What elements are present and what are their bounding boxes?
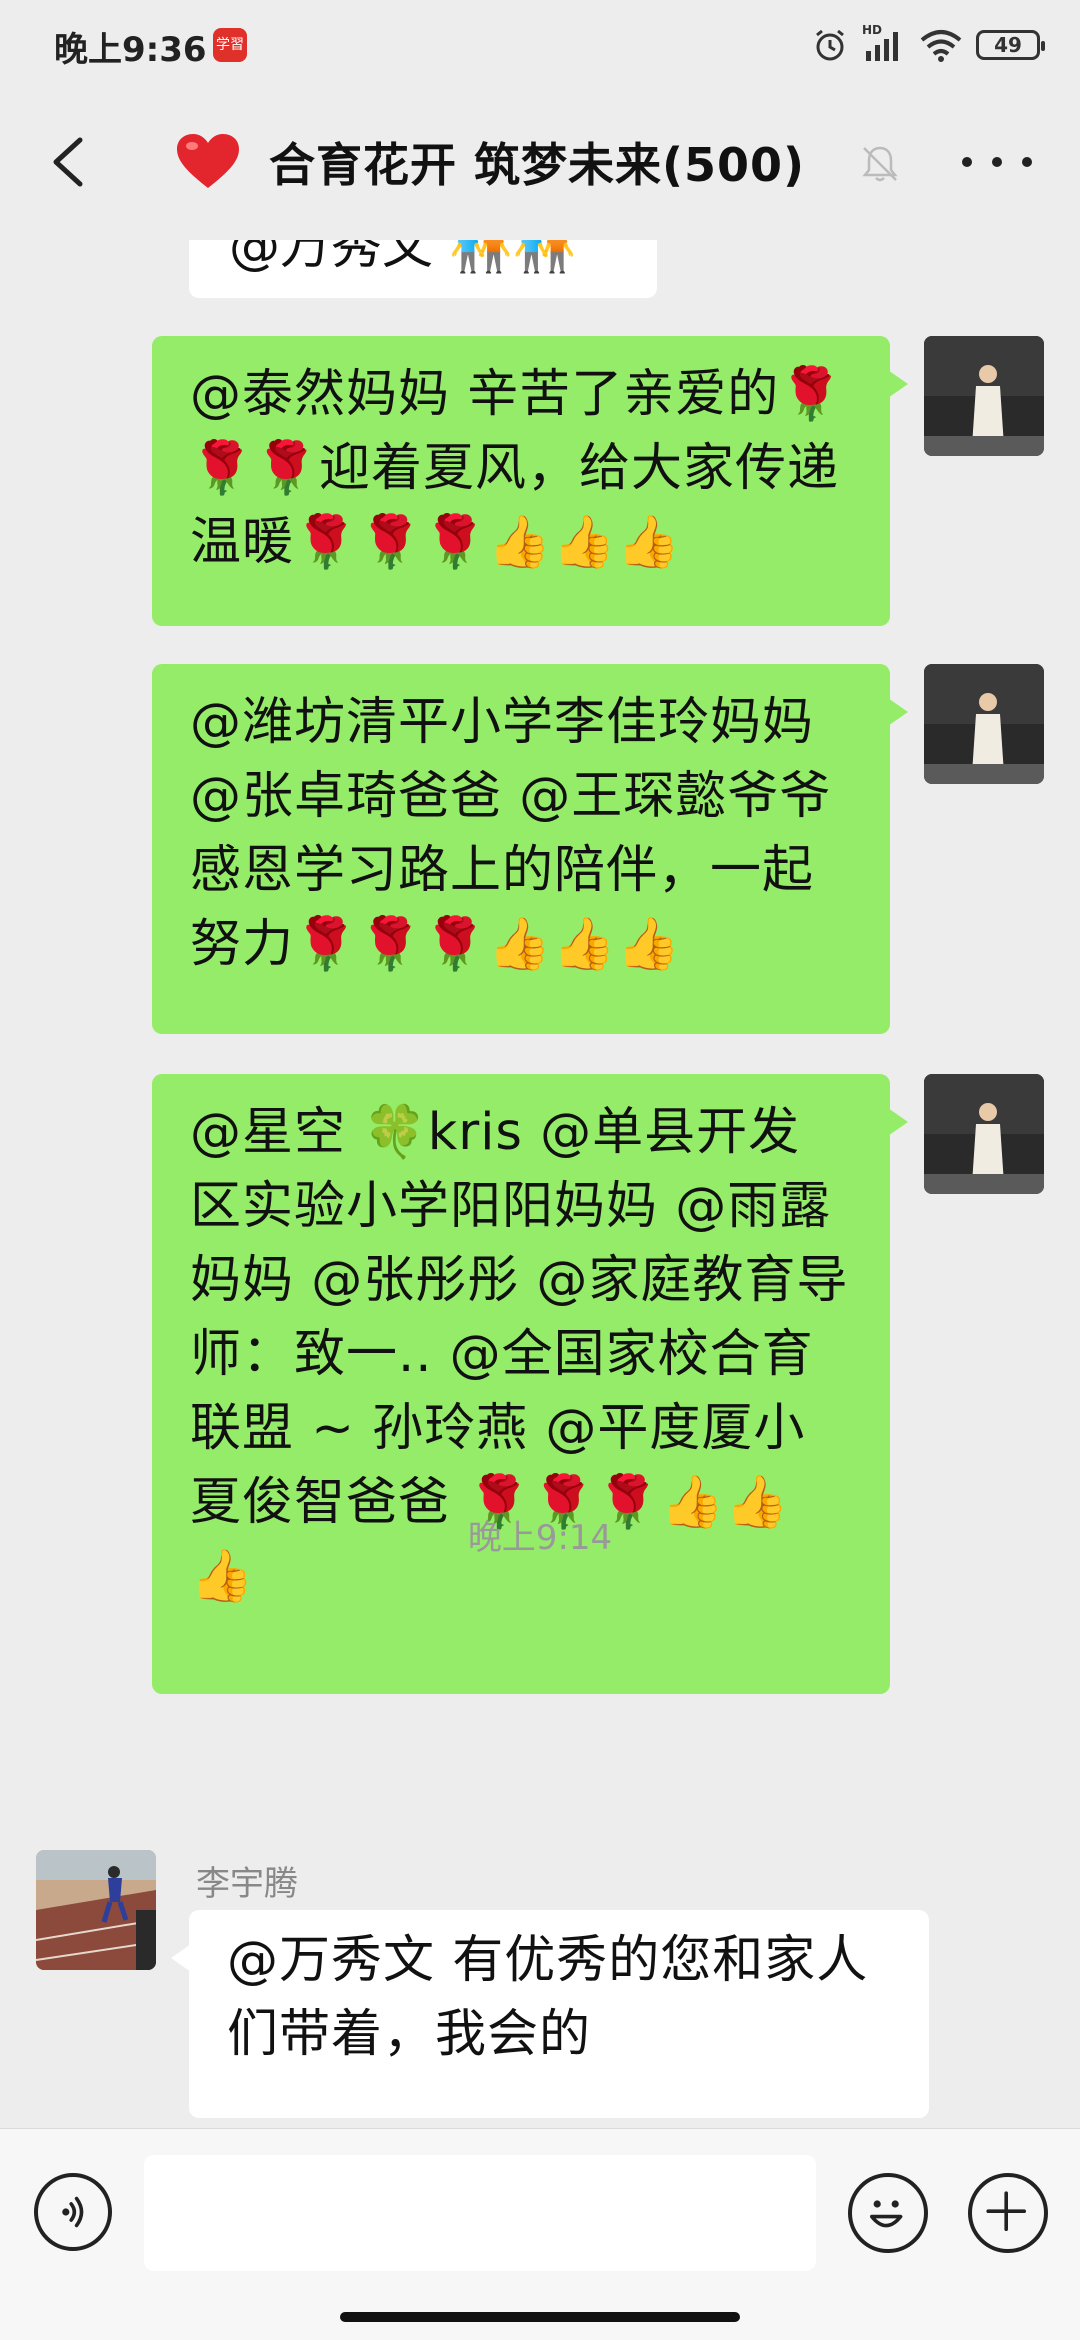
hd-signal-icon: HD bbox=[862, 23, 906, 63]
message-input[interactable] bbox=[144, 2155, 816, 2271]
status-bar: 晚上9:36 学習 HD 49 bbox=[0, 0, 1080, 92]
mute-bell-icon bbox=[862, 146, 898, 182]
sender-name: 李宇腾 bbox=[196, 1864, 298, 1904]
battery-icon: 49 bbox=[976, 30, 1045, 60]
message-bubble-sent[interactable]: @星空 🍀kris @单县开发区实验小学阳阳妈妈 @雨露妈妈 @张彤彤 @家庭教… bbox=[152, 1074, 908, 1694]
chat-title-area[interactable]: 合育花开 筑梦未来(500) bbox=[175, 130, 805, 194]
chat-screen: 晚上9:36 学習 HD bbox=[0, 0, 1080, 2340]
message-timestamp: 晚上9:14 bbox=[467, 1518, 613, 1558]
message-text: @万秀文 有优秀的您和家人们带着，我会的 bbox=[227, 1931, 869, 2064]
my-avatar[interactable] bbox=[924, 336, 1044, 456]
home-indicator[interactable] bbox=[340, 2312, 740, 2322]
message-bubble-sent[interactable]: @潍坊清平小学李佳玲妈妈 @张卓琦爸爸 @王琛懿爷爷 感恩学习路上的陪伴，一起努… bbox=[152, 664, 908, 1034]
chat-title: 合育花开 筑梦未来(500) bbox=[269, 138, 806, 192]
message-bubble-received[interactable]: @万秀文 有优秀的您和家人们带着，我会的 bbox=[171, 1910, 929, 2118]
message-bubble-sent[interactable]: @泰然妈妈 辛苦了亲爱的🌹🌹🌹迎着夏风，给大家传递温暖🌹🌹🌹👍👍👍 bbox=[152, 336, 908, 626]
app-notification-icon: 学習 bbox=[213, 28, 247, 62]
sender-avatar[interactable] bbox=[36, 1850, 156, 1970]
my-avatar[interactable] bbox=[924, 1074, 1044, 1194]
message-text: @万秀文 🧑‍🤝‍🧑🧑‍🤝‍🧑 bbox=[229, 240, 577, 276]
more-dot bbox=[962, 157, 972, 167]
my-avatar[interactable] bbox=[924, 664, 1044, 784]
heart-icon bbox=[177, 134, 239, 188]
status-indicators: HD 49 bbox=[812, 20, 1045, 70]
plus-icon[interactable] bbox=[968, 2173, 1048, 2253]
more-dot bbox=[1022, 157, 1032, 167]
chat-header: 合育花开 筑梦未来(500) bbox=[0, 92, 1080, 240]
status-time: 晚上9:36 bbox=[54, 30, 207, 70]
more-button[interactable] bbox=[962, 140, 1032, 184]
voice-icon[interactable] bbox=[34, 2173, 112, 2251]
emoji-icon[interactable] bbox=[848, 2173, 928, 2253]
message-bubble-partial[interactable]: @万秀文 🧑‍🤝‍🧑🧑‍🤝‍🧑 bbox=[189, 240, 657, 298]
message-text: @潍坊清平小学李佳玲妈妈 @张卓琦爸爸 @王琛懿爷爷 感恩学习路上的陪伴，一起努… bbox=[190, 693, 832, 974]
back-arrow-icon[interactable] bbox=[40, 132, 100, 192]
more-dot bbox=[992, 157, 1002, 167]
alarm-icon bbox=[816, 29, 844, 61]
input-bar bbox=[0, 2128, 1080, 2340]
wifi-icon bbox=[920, 30, 962, 62]
message-text: @泰然妈妈 辛苦了亲爱的🌹🌹🌹迎着夏风，给大家传递温暖🌹🌹🌹👍👍👍 bbox=[190, 365, 844, 572]
message-list[interactable]: @万秀文 🧑‍🤝‍🧑🧑‍🤝‍🧑 @泰然妈妈 辛苦了亲爱的🌹🌹🌹迎着夏风，给大家传… bbox=[0, 240, 1080, 2128]
